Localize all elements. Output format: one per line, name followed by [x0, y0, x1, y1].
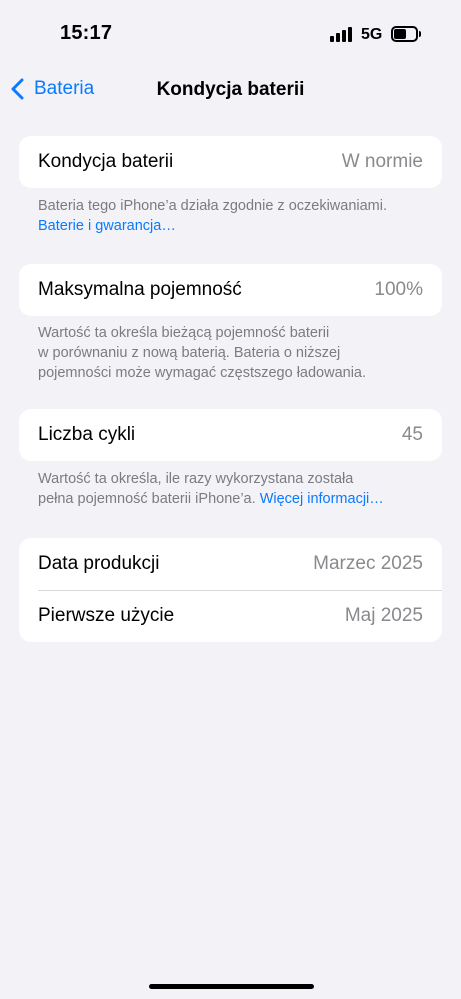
row-label: Liczba cykli [38, 424, 136, 445]
network-type: 5G [361, 26, 383, 43]
row-value: Maj 2025 [344, 605, 423, 626]
note-text: pełna pojemność baterii iPhone’a. [38, 491, 256, 507]
note-text: Bateria tego iPhone’a działa zgodnie z o… [38, 198, 388, 214]
note-line: pojemności może wymagać częstszego ładow… [38, 365, 367, 381]
max-capacity-row: Maksymalna pojemność 100% [19, 264, 442, 316]
cycle-count-note: Wartość ta określa, ile razy wykorzystan… [38, 469, 433, 509]
more-info-link[interactable]: Więcej informacji… [260, 491, 384, 507]
note-line: w porównaniu z nową baterią. Bateria o n… [38, 345, 341, 361]
navigation-bar: Bateria Kondycja baterii [0, 70, 461, 110]
note-line: pełna pojemność baterii iPhone’a. Więcej… [38, 489, 433, 509]
note-line: Wartość ta określa bieżącą pojemność bat… [38, 325, 330, 341]
battery-condition-row: Kondycja baterii W normie [19, 136, 442, 188]
row-label: Data produkcji [38, 553, 160, 574]
max-capacity-note: Wartość ta określa bieżącą pojemność bat… [38, 323, 433, 383]
page-title: Kondycja baterii [156, 79, 305, 100]
row-label: Kondycja baterii [38, 151, 174, 172]
row-label: Maksymalna pojemność [38, 279, 242, 300]
status-time: 15:17 [60, 22, 113, 44]
cellular-signal-icon [330, 26, 352, 42]
dates-card: Data produkcji Marzec 2025 Pierwsze użyc… [19, 538, 442, 642]
manufacture-date-row: Data produkcji Marzec 2025 [19, 538, 442, 590]
battery-condition-note: Bateria tego iPhone’a działa zgodnie z o… [38, 196, 433, 236]
row-value: 45 [401, 424, 423, 445]
row-label: Pierwsze użycie [38, 605, 175, 626]
first-use-row: Pierwsze użycie Maj 2025 [19, 590, 442, 642]
cycle-count-card: Liczba cykli 45 [19, 409, 442, 461]
note-line: Wartość ta określa, ile razy wykorzystan… [38, 471, 354, 487]
home-indicator[interactable] [149, 984, 314, 989]
cycle-count-row: Liczba cykli 45 [19, 409, 442, 461]
max-capacity-card: Maksymalna pojemność 100% [19, 264, 442, 316]
battery-warranty-link[interactable]: Baterie i gwarancja… [38, 216, 433, 236]
row-value: W normie [341, 151, 423, 172]
row-value: Marzec 2025 [313, 553, 423, 574]
row-value: 100% [374, 279, 423, 300]
battery-icon [391, 26, 421, 42]
status-bar: 15:17 5G [0, 0, 461, 64]
battery-condition-card: Kondycja baterii W normie [19, 136, 442, 188]
